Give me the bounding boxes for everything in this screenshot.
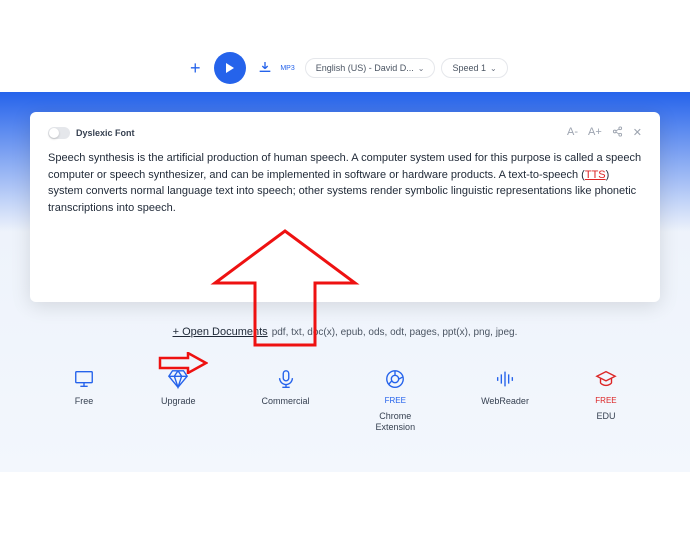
open-documents-row: + Open Documents pdf, txt, doc(x), epub,…: [0, 326, 690, 338]
feature-label: Commercial: [262, 396, 310, 407]
chevron-down-icon: ⌄: [418, 64, 425, 73]
sound-icon: [494, 368, 516, 390]
feature-label: EDU: [596, 411, 615, 422]
download-label: MP3: [280, 65, 294, 72]
speed-select-label: Speed 1: [452, 63, 486, 73]
voice-select[interactable]: English (US) - David D... ⌄: [305, 58, 436, 78]
feature-row: Free Upgrade Commercial FREE Chrome Exte…: [0, 368, 690, 433]
speed-select[interactable]: Speed 1 ⌄: [441, 58, 507, 78]
edu-icon: [595, 368, 617, 390]
feature-label: Free: [75, 396, 94, 407]
text-card: Dyslexic Font A- A+ ✕ Speech synthesis i…: [30, 112, 660, 302]
mic-icon: [275, 368, 297, 390]
chrome-icon: [384, 368, 406, 390]
open-documents-label: Open Documents: [179, 326, 268, 338]
feature-chrome[interactable]: FREE Chrome Extension: [376, 368, 416, 433]
font-increase-button[interactable]: A+: [588, 126, 602, 140]
text-part1: Speech synthesis is the artificial produ…: [48, 152, 641, 181]
feature-webreader[interactable]: WebReader: [481, 368, 529, 433]
feature-label: Chrome Extension: [376, 411, 416, 433]
voice-select-label: English (US) - David D...: [316, 63, 414, 73]
text-content[interactable]: Speech synthesis is the artificial produ…: [48, 150, 642, 216]
top-toolbar: + MP3 English (US) - David D... ⌄ Speed …: [0, 0, 690, 92]
feature-sub: FREE: [385, 396, 406, 405]
feature-label: WebReader: [481, 396, 529, 407]
playback-controls: + MP3 English (US) - David D... ⌄ Speed …: [182, 52, 507, 84]
chevron-down-icon: ⌄: [490, 64, 497, 73]
add-button[interactable]: +: [182, 55, 208, 81]
card-tools: A- A+ ✕: [567, 126, 642, 140]
download-icon[interactable]: [252, 55, 278, 81]
open-documents-link[interactable]: + Open Documents: [173, 326, 268, 338]
feature-label: Upgrade: [161, 396, 196, 407]
dyslexic-toggle[interactable]: [48, 127, 70, 139]
dyslexic-label: Dyslexic Font: [76, 128, 135, 138]
formats-text: pdf, txt, doc(x), epub, ods, odt, pages,…: [272, 327, 518, 338]
share-icon[interactable]: [612, 126, 623, 140]
feature-edu[interactable]: FREE EDU: [595, 368, 617, 433]
dyslexic-toggle-group: Dyslexic Font: [48, 127, 135, 139]
feature-free[interactable]: Free: [73, 368, 95, 433]
tts-link[interactable]: TTS: [585, 169, 606, 181]
feature-sub: FREE: [595, 396, 616, 405]
font-decrease-button[interactable]: A-: [567, 126, 578, 140]
play-button[interactable]: [214, 52, 246, 84]
feature-commercial[interactable]: Commercial: [262, 368, 310, 433]
hero-section: Dyslexic Font A- A+ ✕ Speech synthesis i…: [0, 92, 690, 472]
card-header: Dyslexic Font A- A+ ✕: [48, 126, 642, 140]
close-icon[interactable]: ✕: [633, 126, 642, 140]
monitor-icon: [73, 368, 95, 390]
diamond-icon: [167, 368, 189, 390]
feature-upgrade[interactable]: Upgrade: [161, 368, 196, 433]
